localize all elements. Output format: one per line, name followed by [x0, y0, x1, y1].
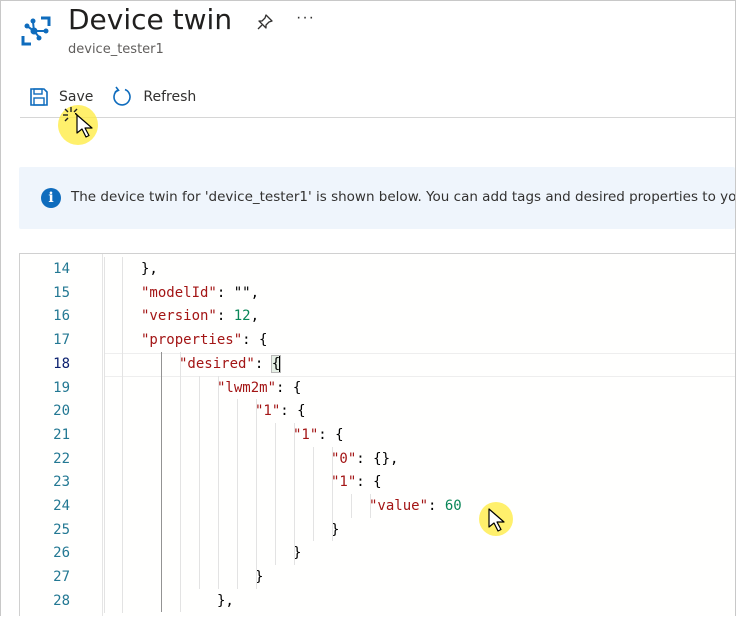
line-number: 20 — [53, 403, 70, 420]
save-icon — [30, 88, 48, 106]
refresh-icon — [113, 86, 132, 106]
json-key: "modelId" — [141, 284, 217, 301]
code-punctuation: : "", — [216, 284, 260, 301]
indent-guide — [104, 257, 105, 613]
line-number: 28 — [53, 592, 70, 609]
code-punctuation: : { — [318, 426, 344, 443]
indent-guide — [313, 446, 314, 542]
indent-guide — [237, 399, 238, 589]
code-line[interactable]: "desired": { — [179, 352, 282, 376]
indent-guide — [275, 422, 276, 566]
indent-guide — [256, 399, 257, 589]
line-number: 25 — [53, 521, 70, 538]
indent-guide — [122, 257, 123, 613]
info-banner-message: The device twin for 'device_tester1' is … — [71, 189, 736, 205]
code-line[interactable]: "0": {}, — [331, 447, 398, 471]
json-key: "value" — [369, 498, 429, 514]
refresh-label: Refresh — [143, 89, 197, 105]
line-number: 21 — [53, 426, 70, 443]
line-number: 18 — [53, 355, 70, 372]
indent-guide — [351, 494, 352, 518]
click-burst-icon — [63, 107, 78, 122]
code-line[interactable]: "1": { — [255, 399, 306, 423]
line-number: 15 — [53, 284, 70, 301]
code-line[interactable]: "1": { — [331, 470, 382, 494]
pin-icon[interactable] — [256, 13, 274, 31]
page-subtitle: device_tester1 — [68, 42, 164, 57]
line-number: 26 — [53, 545, 70, 562]
line-number: 27 — [53, 569, 70, 586]
code-punctuation: : {}, — [356, 450, 399, 467]
code-punctuation: : — [428, 498, 445, 514]
line-number: 14 — [53, 261, 70, 277]
indent-guide — [180, 351, 181, 613]
code-punctuation: : { — [242, 332, 268, 349]
code-line[interactable]: "1": { — [293, 423, 344, 447]
code-punctuation: : { — [356, 474, 382, 491]
json-key: "version" — [141, 308, 217, 325]
code-punctuation: : — [216, 308, 234, 325]
indent-guide — [370, 494, 371, 518]
info-banner: i The device twin for 'device_tester1' i… — [19, 167, 735, 229]
code-line[interactable]: "properties": { — [141, 328, 267, 352]
line-number: 24 — [53, 498, 70, 514]
save-label: Save — [59, 89, 94, 105]
code-line[interactable]: }, — [217, 589, 234, 613]
json-number-value: 60 — [444, 498, 462, 514]
more-options-button[interactable]: ··· — [296, 9, 315, 27]
line-number: 16 — [53, 308, 70, 325]
info-icon: i — [41, 188, 61, 208]
json-key: "1" — [293, 426, 319, 443]
mouse-pointer-icon — [488, 508, 505, 532]
json-number-value: 12 — [233, 308, 251, 325]
json-key: "properties" — [141, 332, 243, 349]
code-punctuation: }, — [141, 261, 158, 277]
line-number: 19 — [53, 379, 70, 396]
indent-guide — [161, 351, 162, 613]
toolbar-divider — [20, 117, 735, 118]
code-line[interactable]: }, — [141, 257, 158, 281]
indent-guide — [294, 422, 295, 566]
json-key: "desired" — [179, 355, 255, 372]
code-line[interactable]: "value": 60 — [369, 494, 462, 518]
json-key: "0" — [331, 450, 357, 467]
page-title: Device twin — [68, 3, 233, 36]
iot-device-twin-icon — [21, 16, 51, 46]
indent-guide — [199, 375, 200, 589]
code-line[interactable]: "modelId": "", — [141, 281, 259, 305]
indent-guide — [332, 446, 333, 542]
line-number: 17 — [53, 332, 70, 349]
code-line[interactable]: "lwm2m": { — [217, 376, 301, 400]
line-number: 23 — [53, 474, 70, 491]
json-editor[interactable]: 14}, 15 "modelId": "", 16 "version": 12, 17 "p… — [19, 253, 735, 616]
line-number: 22 — [53, 450, 70, 467]
refresh-button[interactable]: Refresh — [111, 86, 196, 108]
code-punctuation: : — [254, 355, 272, 372]
code-punctuation: , — [250, 308, 260, 325]
json-key: "lwm2m" — [217, 379, 277, 396]
command-bar: Save Refresh — [29, 83, 214, 111]
indent-guide — [218, 375, 219, 589]
json-key: "1" — [255, 403, 281, 420]
save-button[interactable]: Save — [29, 87, 93, 107]
code-punctuation: : { — [276, 379, 302, 396]
json-key: "1" — [331, 474, 357, 491]
text-caret — [279, 354, 282, 373]
code-line[interactable]: "version": 12, — [141, 304, 259, 328]
device-twin-blade: Device twin device_tester1 ··· Save Refr… — [0, 0, 736, 616]
code-punctuation: : { — [280, 403, 306, 420]
code-punctuation: }, — [217, 592, 234, 609]
